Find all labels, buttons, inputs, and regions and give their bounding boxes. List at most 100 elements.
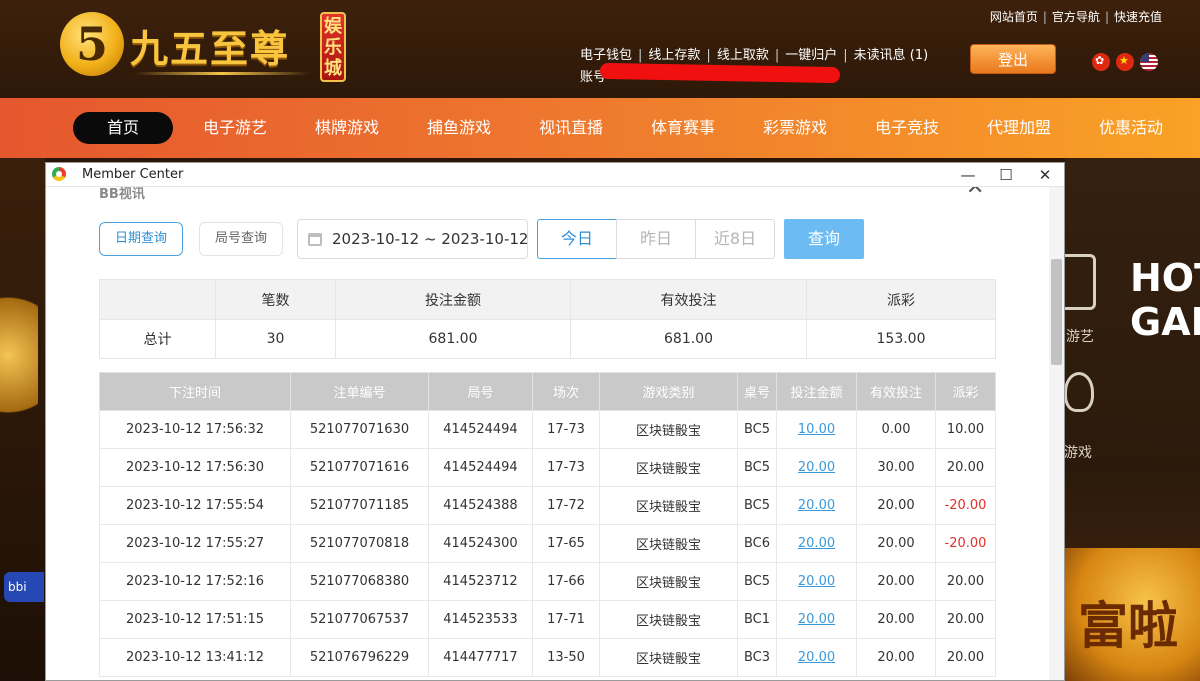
cell-bet-amount[interactable]: 20.00 (776, 562, 857, 601)
cell-ticket-id: 521077070818 (290, 524, 429, 563)
summary-header-count: 笔数 (215, 279, 336, 320)
nav-live-casino[interactable]: 视讯直播 (525, 112, 617, 144)
us-flag-icon[interactable] (1140, 52, 1158, 71)
top-link-recharge[interactable]: 快速充值 (1114, 10, 1162, 24)
window-close-button[interactable]: ✕ (1027, 163, 1063, 187)
nav-lottery[interactable]: 彩票游戏 (749, 112, 841, 144)
cell-ticket-id: 521077071185 (290, 486, 429, 525)
hk-flag-icon[interactable] (1092, 52, 1110, 71)
cell-bet-time: 2023-10-12 17:56:30 (99, 448, 291, 487)
table-row: 2023-10-12 17:55:27 521077070818 414524300… (99, 524, 996, 563)
nav-chess-cards[interactable]: 棋牌游戏 (301, 112, 393, 144)
summary-total-row: 总计 30 681.00 681.00 153.00 (99, 319, 996, 359)
summary-header-payout: 派彩 (806, 279, 996, 320)
window-title-bar[interactable]: Member Center — ☐ ✕ (46, 163, 1064, 187)
cell-session: 17-73 (532, 410, 600, 449)
range-yesterday[interactable]: 昨日 (616, 219, 696, 259)
bbin-tab[interactable]: bbi (4, 572, 44, 602)
nav-esports[interactable]: 电子竞技 (861, 112, 953, 144)
link-deposit[interactable]: 线上存款 (648, 48, 700, 63)
cell-bet-amount[interactable]: 20.00 (776, 600, 857, 639)
summary-table: 笔数 投注金额 有效投注 派彩 总计 30 681.00 681.00 153.… (99, 279, 996, 359)
cell-session: 17-65 (532, 524, 600, 563)
query-button[interactable]: 查询 (784, 219, 864, 259)
nav-promotions[interactable]: 优惠活动 (1085, 112, 1177, 144)
date-range-input[interactable]: 2023-10-12 ~ 2023-10-12 (297, 219, 528, 259)
cell-round-id: 414524388 (428, 486, 533, 525)
cell-bet-amount[interactable]: 10.00 (776, 410, 857, 449)
cell-session: 17-66 (532, 562, 600, 601)
top-link-nav[interactable]: 官方导航 (1052, 10, 1100, 24)
cell-valid-bet: 20.00 (856, 562, 936, 601)
decor-coin (0, 280, 38, 430)
table-row: 2023-10-12 17:55:54 521077071185 414524388… (99, 486, 996, 525)
site-logo[interactable]: 5 九五至尊 娱乐城 (58, 8, 358, 86)
summary-total-label: 总计 (99, 319, 216, 359)
link-unread-messages[interactable]: 未读讯息 (1) (854, 48, 929, 63)
cell-ticket-id: 521077068380 (290, 562, 429, 601)
fishing-icon (1064, 372, 1094, 412)
top-links: 网站首页 | 官方导航 | 快速充值 (989, 10, 1162, 24)
logo-mark: 5 (60, 12, 124, 76)
cell-round-id: 414523712 (428, 562, 533, 601)
member-center-window: Member Center — ☐ ✕ BB视讯 ✕ 日期查询 局号查询 202… (45, 162, 1065, 681)
cell-valid-bet: 0.00 (856, 410, 936, 449)
header-session: 场次 (532, 372, 600, 411)
nav-agent[interactable]: 代理加盟 (973, 112, 1065, 144)
section-title: BB视讯 (99, 187, 145, 202)
cell-payout: -20.00 (935, 524, 996, 563)
cell-table-no: BC5 (737, 486, 777, 525)
scrollbar-thumb[interactable] (1051, 259, 1062, 365)
cell-bet-time: 2023-10-12 13:41:12 (99, 638, 291, 677)
summary-bet-amount: 681.00 (335, 319, 571, 359)
cell-bet-amount[interactable]: 20.00 (776, 486, 857, 525)
cell-round-id: 414524494 (428, 410, 533, 449)
nav-sports[interactable]: 体育赛事 (637, 112, 729, 144)
cell-game-type: 区块链骰宝 (599, 524, 738, 563)
cell-ticket-id: 521076796229 (290, 638, 429, 677)
hot-text-line1: HOT (1130, 256, 1200, 300)
header-round-id: 局号 (428, 372, 533, 411)
site-header: 5 九五至尊 娱乐城 网站首页 | 官方导航 | 快速充值 电子钱包 | 线上存款 | 线上取款… (0, 0, 1200, 98)
cell-payout: -20.00 (935, 486, 996, 525)
window-title: Member Center (82, 167, 184, 182)
fishing-category-label[interactable]: 游戏 (1064, 442, 1092, 462)
minimize-button[interactable]: — (950, 163, 986, 187)
cell-bet-time: 2023-10-12 17:55:54 (99, 486, 291, 525)
cell-bet-amount[interactable]: 20.00 (776, 638, 857, 677)
cell-payout: 20.00 (935, 638, 996, 677)
slot-category-label[interactable]: 游艺 (1066, 326, 1094, 346)
nav-fishing[interactable]: 捕鱼游戏 (413, 112, 505, 144)
browser-app-icon (52, 167, 66, 181)
top-link-home[interactable]: 网站首页 (990, 10, 1038, 24)
main-nav: 首页 电子游艺 棋牌游戏 捕鱼游戏 视讯直播 体育赛事 彩票游戏 电子竞技 代理… (0, 98, 1200, 158)
date-range-value: 2023-10-12 ~ 2023-10-12 (332, 230, 529, 248)
cell-round-id: 414477717 (428, 638, 533, 677)
header-payout: 派彩 (935, 372, 996, 411)
range-today[interactable]: 今日 (537, 219, 617, 259)
date-query-tab[interactable]: 日期查询 (99, 222, 183, 256)
hot-text-line2: GAM (1130, 300, 1200, 344)
logo-title: 九五至尊 (130, 26, 291, 71)
cell-bet-amount[interactable]: 20.00 (776, 448, 857, 487)
account-links: 电子钱包 | 线上存款 | 线上取款 | 一键归户 | 未读讯息 (1) (580, 48, 929, 63)
link-withdraw[interactable]: 线上取款 (717, 48, 769, 63)
maximize-button[interactable]: ☐ (988, 163, 1024, 187)
cell-round-id: 414523533 (428, 600, 533, 639)
range-last-8-days[interactable]: 近8日 (695, 219, 775, 259)
link-one-click-transfer[interactable]: 一键归户 (785, 48, 837, 63)
nav-home[interactable]: 首页 (73, 112, 173, 144)
table-row: 2023-10-12 17:52:16 521077068380 414523712… (99, 562, 996, 601)
round-query-tab[interactable]: 局号查询 (199, 222, 283, 256)
cn-flag-icon[interactable] (1116, 52, 1134, 71)
header-valid-bet: 有效投注 (856, 372, 936, 411)
cell-valid-bet: 20.00 (856, 638, 936, 677)
cell-table-no: BC6 (737, 524, 777, 563)
cell-bet-amount[interactable]: 20.00 (776, 524, 857, 563)
cell-table-no: BC5 (737, 448, 777, 487)
panel-close-icon[interactable]: ✕ (966, 187, 984, 200)
nav-slots[interactable]: 电子游艺 (189, 112, 281, 144)
cell-bet-time: 2023-10-12 17:52:16 (99, 562, 291, 601)
logout-button[interactable]: 登出 (970, 44, 1056, 74)
link-e-wallet[interactable]: 电子钱包 (580, 48, 632, 63)
